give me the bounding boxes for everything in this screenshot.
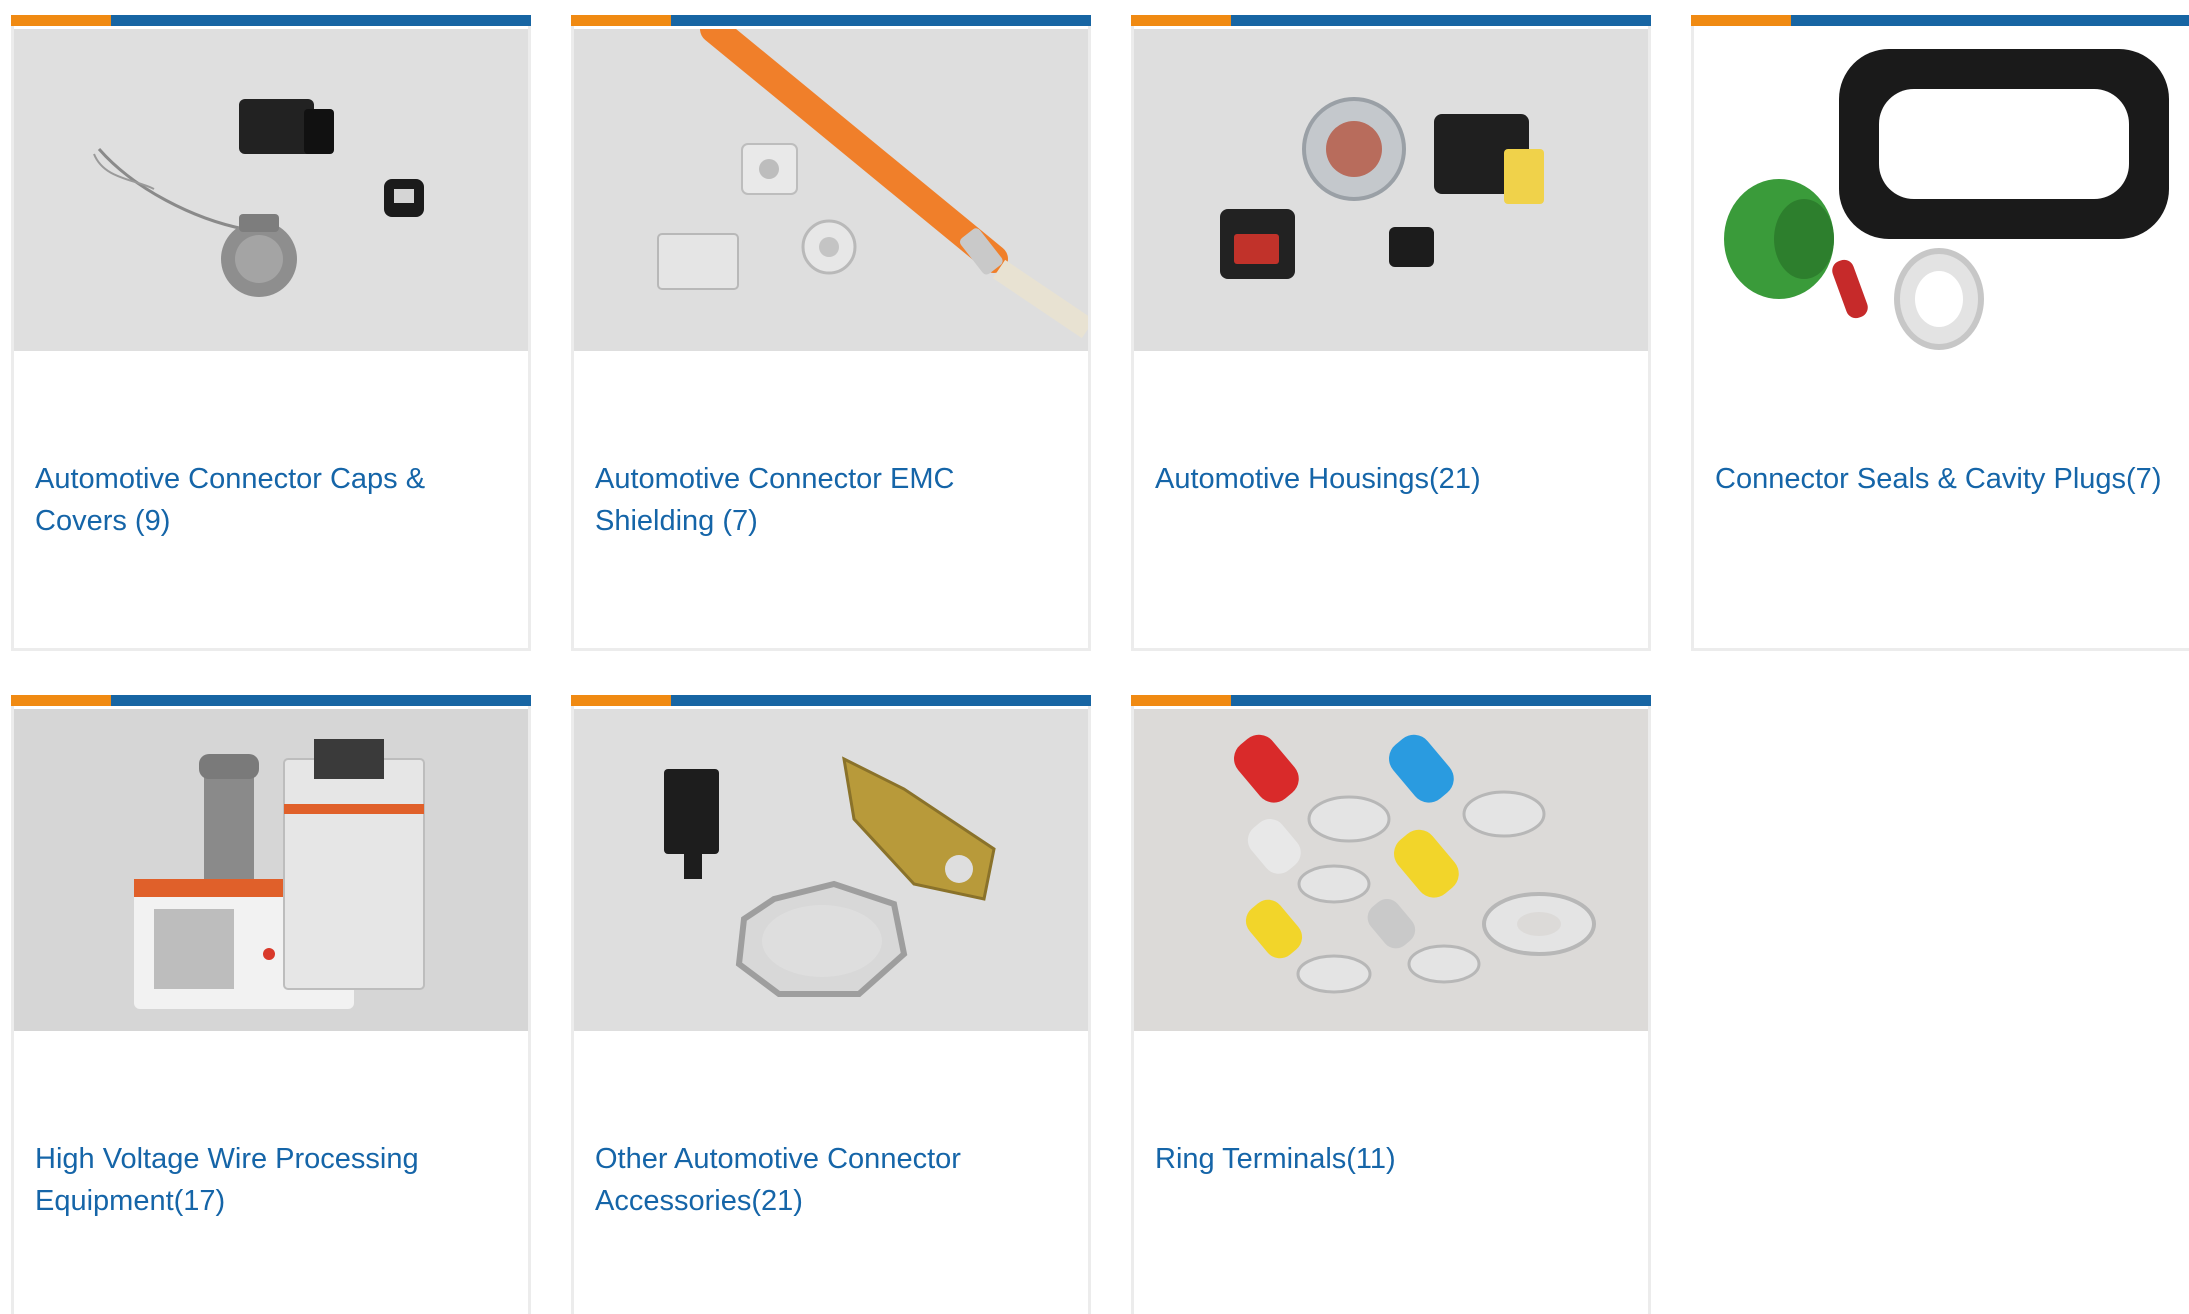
card-color-bar xyxy=(1131,15,1651,26)
wire-processing-image[interactable] xyxy=(14,709,528,1031)
card-color-bar xyxy=(1691,15,2189,26)
ring-terminals-image[interactable] xyxy=(1134,709,1648,1031)
category-link[interactable]: Automotive Connector Caps & Covers (9) xyxy=(35,458,510,542)
category-card-emc-shielding[interactable]: Automotive Connector EMC Shielding (7) xyxy=(571,15,1091,651)
emc-shielding-image[interactable] xyxy=(574,29,1088,351)
category-card-caps-covers[interactable]: Automotive Connector Caps & Covers (9) xyxy=(11,15,531,651)
category-link[interactable]: Automotive Housings(21) xyxy=(1155,458,1630,500)
card-color-bar xyxy=(571,695,1091,706)
card-color-bar xyxy=(11,695,531,706)
category-card-other-accessories[interactable]: Other Automotive Connector Accessories(2… xyxy=(571,695,1091,1314)
category-link[interactable]: Automotive Connector EMC Shielding (7) xyxy=(595,458,1070,542)
category-card-wire-processing[interactable]: High Voltage Wire Processing Equipment(1… xyxy=(11,695,531,1314)
seals-plugs-image[interactable] xyxy=(1694,29,2189,351)
caps-covers-image[interactable] xyxy=(14,29,528,351)
card-color-bar xyxy=(571,15,1091,26)
card-color-bar xyxy=(1131,695,1651,706)
category-link[interactable]: High Voltage Wire Processing Equipment(1… xyxy=(35,1138,510,1222)
category-link[interactable]: Connector Seals & Cavity Plugs(7) xyxy=(1715,458,2189,500)
category-link[interactable]: Other Automotive Connector Accessories(2… xyxy=(595,1138,1070,1222)
other-accessories-image[interactable] xyxy=(574,709,1088,1031)
category-card-ring-terminals[interactable]: Ring Terminals(11) xyxy=(1131,695,1651,1314)
category-link[interactable]: Ring Terminals(11) xyxy=(1155,1138,1630,1180)
category-card-seals-plugs[interactable]: Connector Seals & Cavity Plugs(7) xyxy=(1691,15,2189,651)
housings-image[interactable] xyxy=(1134,29,1648,351)
card-color-bar xyxy=(11,15,531,26)
category-card-housings[interactable]: Automotive Housings(21) xyxy=(1131,15,1651,651)
